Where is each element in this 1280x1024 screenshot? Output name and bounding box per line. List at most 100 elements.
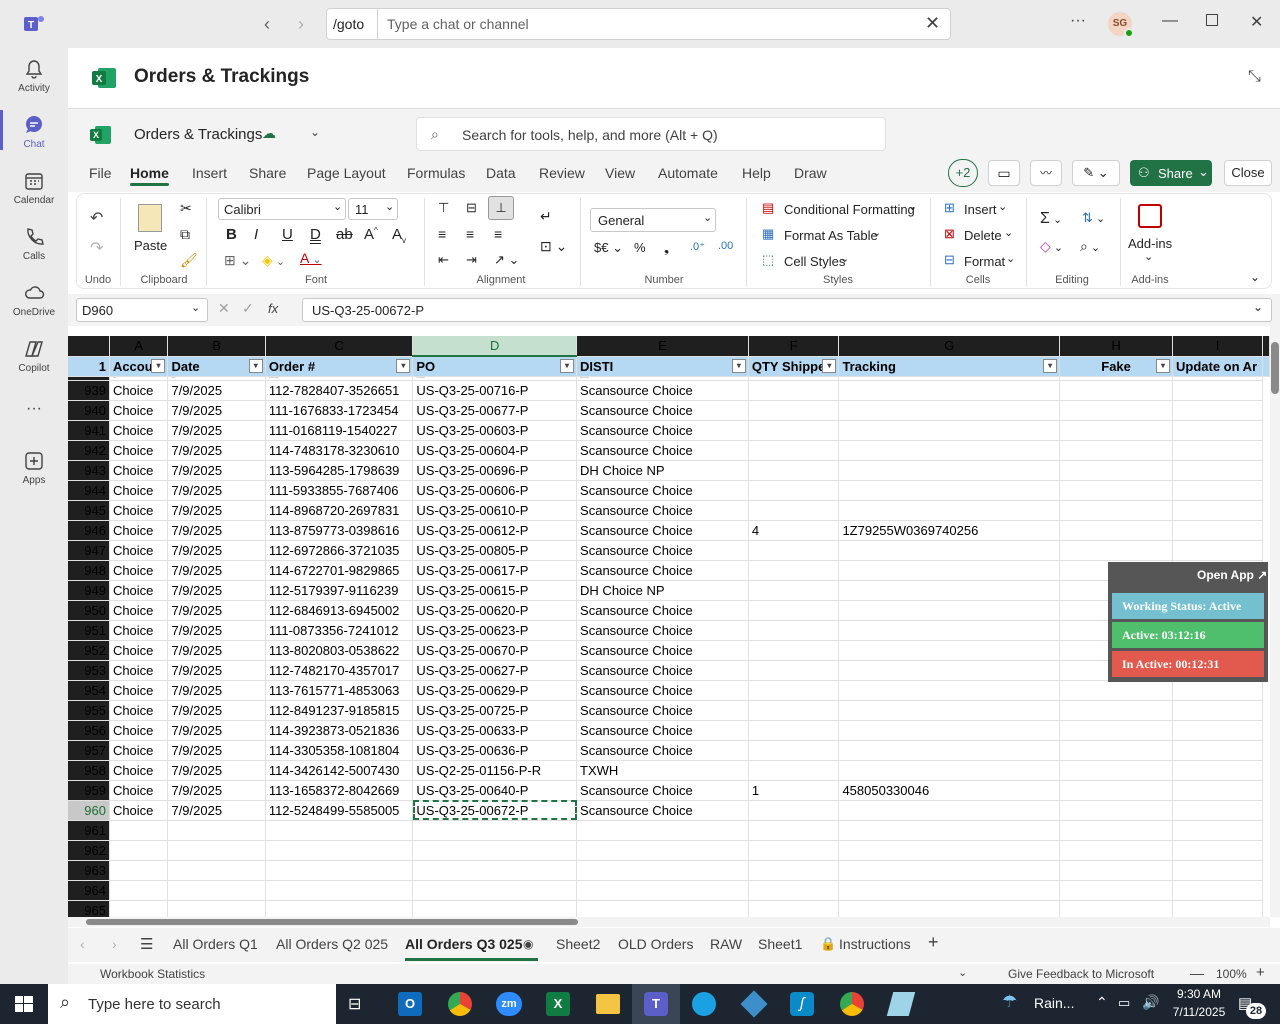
format-as-table-button[interactable]: ▦ Format As Table ⌄	[762, 226, 892, 246]
tab-share[interactable]: Share	[249, 165, 286, 181]
fill-color-icon[interactable]: ◈ ⌄	[262, 252, 285, 269]
volume-icon[interactable]: 🔊	[1142, 994, 1159, 1011]
cell[interactable]: US-Q3-25-00612-P	[412, 520, 578, 541]
filter-dropdown-icon[interactable]: ▾	[396, 358, 411, 373]
cell[interactable]	[748, 740, 840, 761]
decrease-indent-icon[interactable]: ⇤	[438, 252, 449, 268]
sheet-table[interactable]: A B C D E F G H I 1 Accou ▾ Date ▾ Order # ▾ PO ▾ DISTI ▾ QT…	[68, 336, 1270, 917]
filter-dropdown-icon[interactable]: ▾	[151, 358, 166, 373]
tab-data[interactable]: Data	[486, 165, 516, 181]
tab-draw[interactable]: Draw	[794, 165, 827, 181]
cell[interactable]: 114-8968720-2697831	[265, 500, 414, 521]
cell[interactable]	[265, 900, 414, 917]
cell[interactable]	[748, 900, 840, 917]
cell[interactable]	[1059, 760, 1173, 781]
cell[interactable]	[838, 700, 1061, 721]
cell[interactable]: 112-7828407-3526651	[265, 380, 414, 401]
cell[interactable]	[748, 840, 840, 861]
copy-icon[interactable]: ⧉	[180, 226, 190, 243]
tab-scroll-right-icon[interactable]: ›	[112, 936, 117, 952]
network-icon[interactable]: ▭	[1118, 995, 1130, 1011]
cell[interactable]	[1059, 540, 1173, 561]
cell[interactable]: US-Q2-25-01156-P-R	[412, 760, 578, 781]
row-header[interactable]: 961	[68, 820, 110, 841]
column-header[interactable]: F	[748, 336, 840, 357]
cell[interactable]: 4	[748, 520, 840, 541]
column-title[interactable]: Update on Ar	[1172, 356, 1263, 377]
column-header[interactable]: D	[412, 336, 578, 357]
cell[interactable]	[109, 860, 169, 881]
cell[interactable]: US-Q3-25-00670-P	[412, 640, 578, 661]
collaborators-count[interactable]: +2	[948, 159, 978, 187]
format-painter-icon[interactable]: 🖌	[180, 252, 198, 269]
cell[interactable]: Scansource Choice	[576, 780, 749, 801]
row-header[interactable]: 962	[68, 840, 110, 861]
feedback-link[interactable]: Give Feedback to Microsoft	[1008, 967, 1154, 981]
column-header[interactable]: C	[265, 336, 414, 357]
cell[interactable]	[412, 880, 578, 901]
cell[interactable]: 112-5179397-9116239	[265, 580, 414, 601]
row-header[interactable]: 963	[68, 860, 110, 881]
cell[interactable]	[1059, 720, 1173, 741]
increase-decimal-icon[interactable]: .0⁺	[690, 240, 705, 253]
cell[interactable]	[838, 560, 1061, 581]
cell[interactable]	[748, 760, 840, 781]
cell[interactable]	[265, 820, 414, 841]
row-header[interactable]: 945	[68, 500, 110, 521]
cell[interactable]	[1059, 500, 1173, 521]
cell[interactable]: 113-1658372-8042669	[265, 780, 414, 801]
restore-icon[interactable]	[1206, 14, 1218, 26]
cell[interactable]: 7/9/2025	[167, 380, 266, 401]
teams-taskbar-active[interactable]: T	[632, 984, 680, 1024]
cell[interactable]: Scansource Choice	[576, 540, 749, 561]
rail-item-activity[interactable]: Activity	[0, 58, 68, 94]
taskbar-search-input[interactable]: Type here to search	[88, 996, 221, 1013]
find-select-icon[interactable]: ⌕ ⌄	[1080, 238, 1100, 255]
cell[interactable]	[748, 540, 840, 561]
cell[interactable]	[576, 860, 749, 881]
align-bottom-icon[interactable]: ⊥	[488, 196, 514, 220]
borders-icon[interactable]: ⊞ ⌄	[224, 252, 251, 269]
cell[interactable]: US-Q3-25-00677-P	[412, 400, 578, 421]
column-title[interactable]: QTY Shippe ▾	[748, 356, 840, 377]
cell[interactable]: 458050330046	[838, 780, 1061, 801]
tab-scroll-left-icon[interactable]: ‹	[80, 936, 85, 952]
search-input[interactable]: Search for tools, help, and more (Alt + …	[462, 127, 718, 143]
column-header[interactable]: I	[1172, 336, 1263, 357]
command-input[interactable]: Type a chat or channel	[387, 16, 529, 32]
zoom-level[interactable]: 100%	[1216, 967, 1247, 981]
cell[interactable]	[1172, 380, 1263, 401]
cell[interactable]: 7/9/2025	[167, 800, 266, 821]
cell[interactable]: Scansource Choice	[576, 740, 749, 761]
cell[interactable]: Scansource Choice	[576, 600, 749, 621]
merge-center-icon[interactable]: ⊡ ⌄	[540, 238, 567, 255]
ribbon-expand-icon[interactable]: ⌄	[1250, 270, 1260, 284]
notepad-app-icon[interactable]	[886, 992, 916, 1016]
cell[interactable]	[412, 820, 578, 841]
cell[interactable]: Scansource Choice	[576, 700, 749, 721]
row-header[interactable]: 956	[68, 720, 110, 741]
tray-chevron-icon[interactable]: ⌃	[1096, 994, 1108, 1011]
clear-icon[interactable]: ◇ ⌄	[1040, 238, 1063, 255]
cell[interactable]	[748, 880, 840, 901]
cell[interactable]: 7/9/2025	[167, 680, 266, 701]
cell[interactable]: Scansource Choice	[576, 380, 749, 401]
row-header[interactable]: 1	[68, 356, 110, 377]
cell[interactable]	[748, 400, 840, 421]
conditional-formatting-button[interactable]: ▤ Conditional Formatting ⌄	[762, 200, 922, 220]
insert-cells-button[interactable]: ⊞ Insert ⌄	[944, 200, 1014, 220]
cell[interactable]: 114-3923873-0521836	[265, 720, 414, 741]
cell[interactable]	[412, 860, 578, 881]
column-header[interactable]: B	[167, 336, 266, 357]
format-cells-button[interactable]: ⊟ Format ⌄	[944, 252, 1018, 272]
cell[interactable]: Scansource Choice	[576, 620, 749, 641]
cell[interactable]	[576, 880, 749, 901]
cell[interactable]	[1059, 860, 1173, 881]
cell[interactable]	[1172, 880, 1263, 901]
align-top-icon[interactable]: ⊤	[438, 200, 449, 216]
cell[interactable]: US-Q3-25-00633-P	[412, 720, 578, 741]
cell[interactable]: Choice	[109, 540, 169, 561]
align-center-icon[interactable]: ≡	[466, 226, 474, 242]
cell[interactable]	[1059, 420, 1173, 441]
cell[interactable]: 7/9/2025	[167, 440, 266, 461]
